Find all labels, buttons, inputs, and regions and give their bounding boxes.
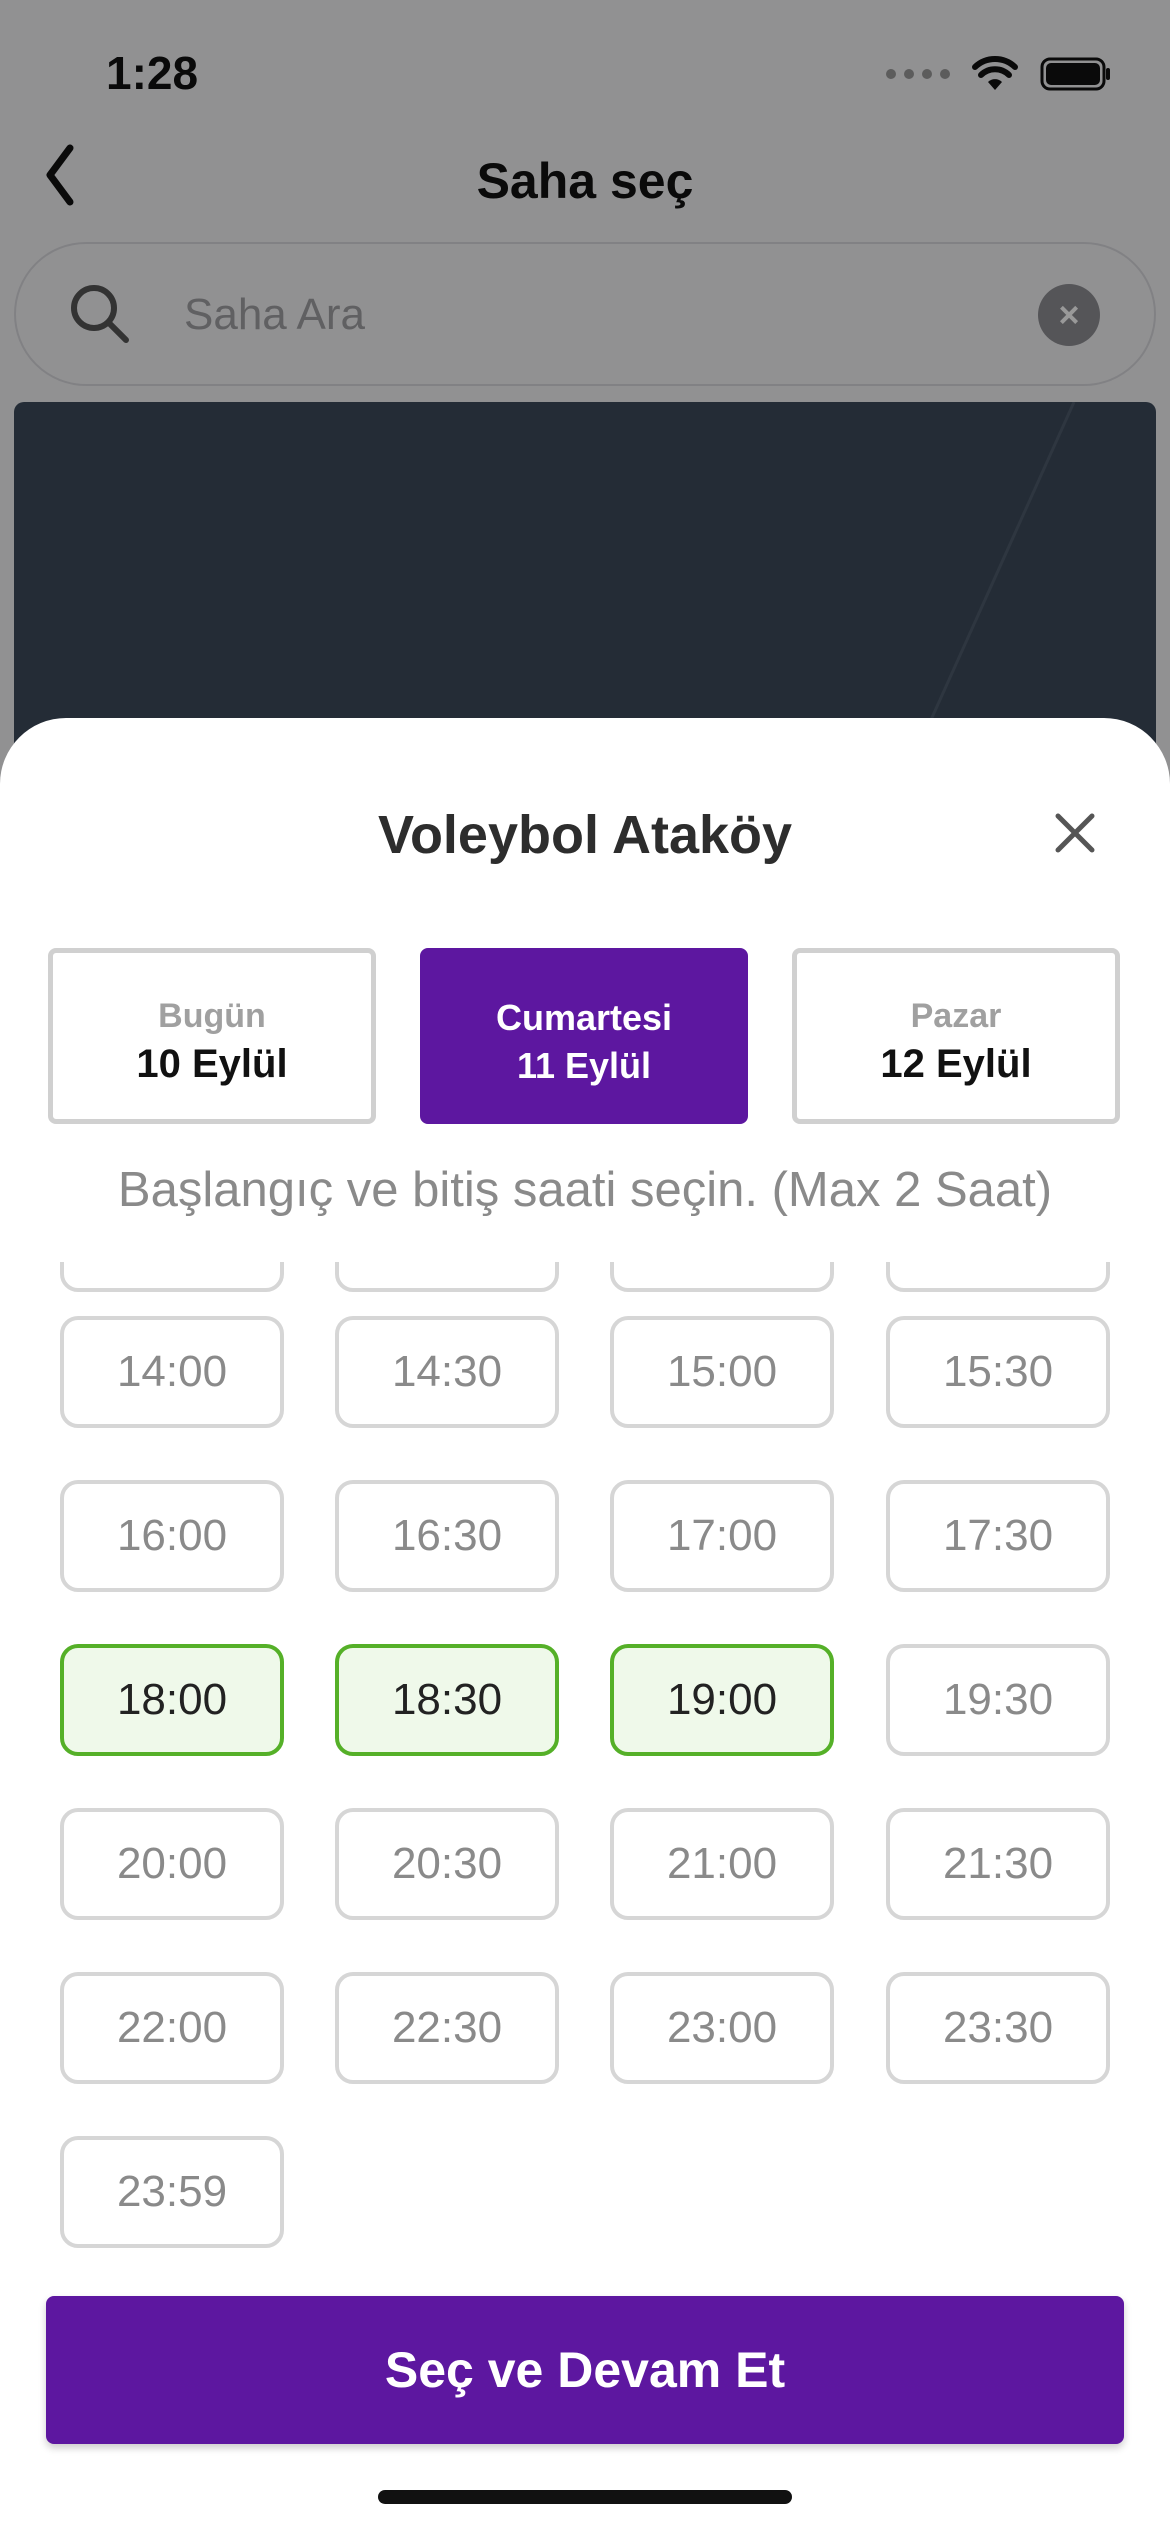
time-slot[interactable]: 23:59 xyxy=(60,2136,284,2248)
time-slot[interactable]: 20:00 xyxy=(60,1808,284,1920)
day-tab-sunday[interactable]: Pazar 12 Eylül xyxy=(792,948,1120,1124)
time-slot-hidden xyxy=(610,1262,834,1292)
time-slot[interactable]: 21:30 xyxy=(886,1808,1110,1920)
time-slot-hidden xyxy=(335,1262,559,1292)
continue-button[interactable]: Seç ve Devam Et xyxy=(46,2296,1124,2444)
time-slot[interactable]: 21:00 xyxy=(610,1808,834,1920)
time-slot[interactable]: 19:30 xyxy=(886,1644,1110,1756)
time-slot-hidden xyxy=(886,1262,1110,1292)
time-slot-selected[interactable]: 19:00 xyxy=(610,1644,834,1756)
time-slot[interactable]: 20:30 xyxy=(335,1808,559,1920)
time-slot[interactable]: 22:30 xyxy=(335,1972,559,2084)
time-slot[interactable]: 17:00 xyxy=(610,1480,834,1592)
time-slot[interactable]: 14:30 xyxy=(335,1316,559,1428)
day-name: Bugün xyxy=(158,997,266,1035)
time-slot[interactable]: 16:30 xyxy=(335,1480,559,1592)
close-icon[interactable] xyxy=(1052,810,1098,856)
day-tab-saturday[interactable]: Cumartesi 11 Eylül xyxy=(420,948,748,1124)
day-date: 12 Eylül xyxy=(880,1042,1032,1086)
sheet-title: Voleybol Ataköy xyxy=(377,805,793,865)
home-indicator[interactable] xyxy=(378,2490,792,2504)
time-slot-grid[interactable]: 14:00 14:30 15:00 15:30 16:00 16:30 17:0… xyxy=(0,1262,1170,2266)
time-slot-hidden xyxy=(60,1262,284,1292)
time-slot-selected[interactable]: 18:00 xyxy=(60,1644,284,1756)
time-slot-selected[interactable]: 18:30 xyxy=(335,1644,559,1756)
time-slot[interactable]: 22:00 xyxy=(60,1972,284,2084)
time-slot[interactable]: 17:30 xyxy=(886,1480,1110,1592)
day-date: 11 Eylül xyxy=(516,1045,652,1086)
instruction-text: Başlangıç ve bitiş saati seçin. (Max 2 S… xyxy=(117,1163,1053,1217)
time-slot[interactable]: 23:00 xyxy=(610,1972,834,2084)
time-slot[interactable]: 15:30 xyxy=(886,1316,1110,1428)
day-name: Pazar xyxy=(910,997,1002,1035)
time-slot[interactable]: 14:00 xyxy=(60,1316,284,1428)
time-slot[interactable]: 15:00 xyxy=(610,1316,834,1428)
day-name: Cumartesi xyxy=(495,997,673,1038)
day-date: 10 Eylül xyxy=(136,1042,288,1086)
time-slot[interactable]: 23:30 xyxy=(886,1972,1110,2084)
time-slot[interactable]: 16:00 xyxy=(60,1480,284,1592)
day-tab-today[interactable]: Bugün 10 Eylül xyxy=(48,948,376,1124)
